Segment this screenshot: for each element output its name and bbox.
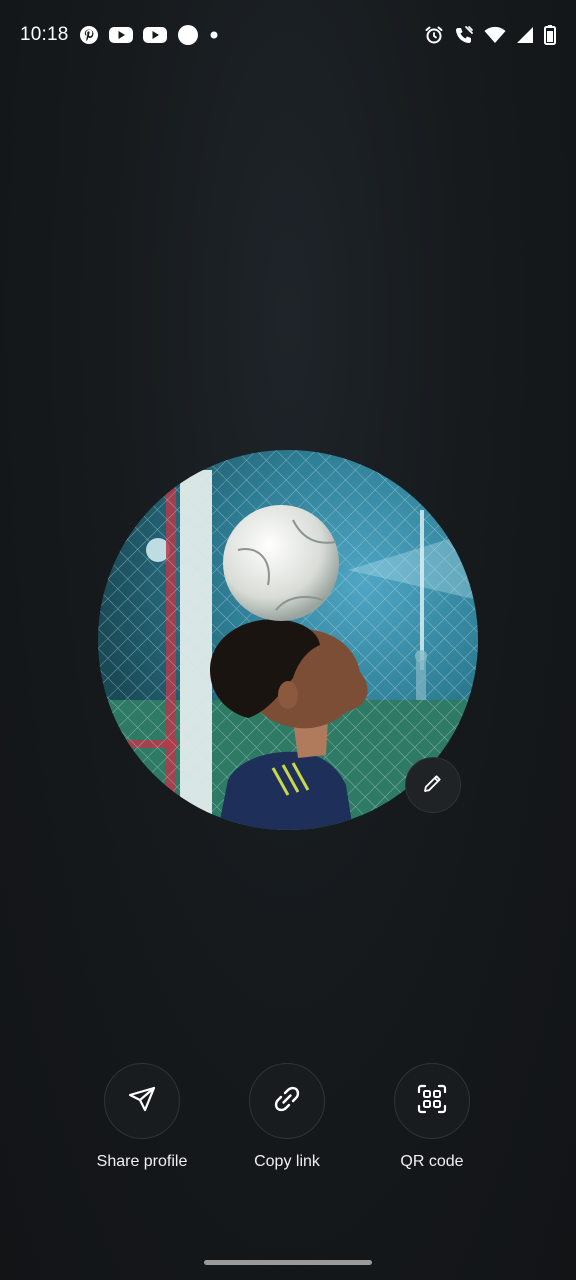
qr-code-circle[interactable]	[394, 1063, 470, 1139]
signal-icon	[516, 26, 534, 44]
pinterest-icon	[79, 25, 99, 45]
alarm-icon	[424, 25, 444, 45]
copy-link-label: Copy link	[254, 1153, 320, 1170]
clock: 10:18	[20, 24, 69, 45]
edit-photo-button[interactable]	[405, 757, 461, 813]
battery-icon	[544, 25, 556, 45]
link-icon	[271, 1083, 303, 1120]
dot-icon	[209, 30, 219, 40]
status-bar: 10:18	[0, 0, 576, 70]
youtube-icon	[108, 26, 133, 44]
circle-notification-icon	[177, 24, 199, 46]
youtube-icon	[142, 26, 167, 44]
copy-link-button[interactable]: Copy link	[212, 1063, 362, 1171]
status-bar-right	[424, 25, 556, 45]
qr-scan-icon	[416, 1083, 448, 1120]
profile-avatar-container	[98, 450, 478, 830]
qr-code-button[interactable]: QR code	[357, 1063, 507, 1171]
wifi-call-icon	[454, 25, 474, 45]
status-bar-left: 10:18	[20, 24, 219, 46]
share-profile-button[interactable]: Share profile	[67, 1063, 217, 1171]
copy-link-circle[interactable]	[249, 1063, 325, 1139]
pencil-icon	[421, 771, 445, 800]
profile-actions: Share profile Copy link QR code	[0, 1063, 576, 1183]
share-profile-label: Share profile	[96, 1153, 188, 1170]
qr-code-label: QR code	[400, 1153, 464, 1170]
share-profile-circle[interactable]	[104, 1063, 180, 1139]
wifi-icon	[484, 26, 506, 44]
send-icon	[127, 1084, 157, 1119]
home-indicator[interactable]	[204, 1260, 372, 1265]
